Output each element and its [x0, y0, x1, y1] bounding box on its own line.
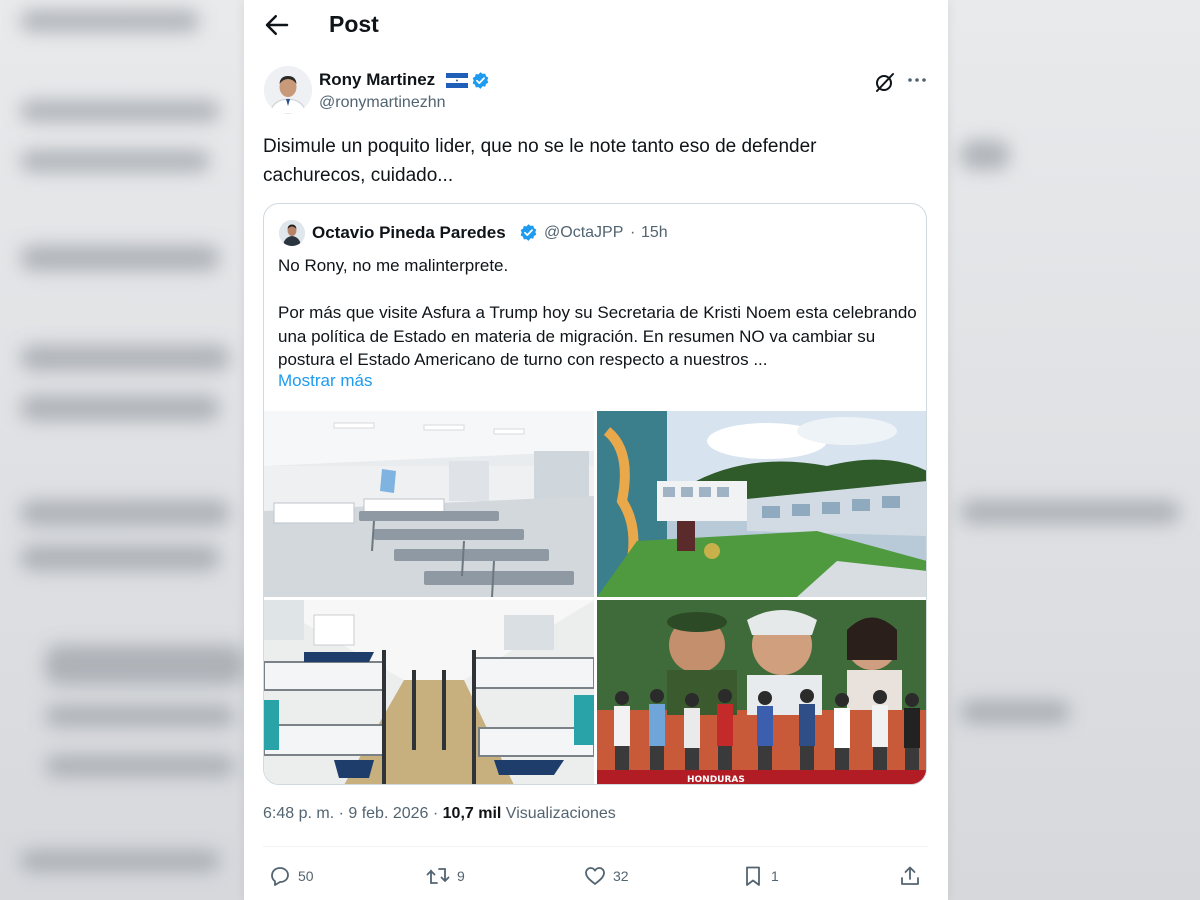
like-count: 32: [613, 868, 629, 884]
background-blur: [20, 500, 230, 526]
more-options-icon[interactable]: [905, 68, 929, 92]
background-blur: [45, 645, 245, 685]
post-metadata: 6:48 p. m. · 9 feb. 2026 · 10,7 mil Visu…: [263, 805, 616, 823]
views-count: 10,7 mil: [442, 805, 502, 822]
background-blur: [20, 150, 210, 172]
reply-button[interactable]: 50: [268, 863, 314, 889]
back-arrow-icon[interactable]: [262, 10, 292, 40]
event-crowd-image[interactable]: HONDURAS: [597, 600, 926, 785]
quoted-author-name[interactable]: Octavio Pineda Paredes: [312, 223, 506, 243]
honduras-flag-icon: [446, 73, 468, 88]
bookmark-count: 1: [771, 868, 779, 884]
quoted-author-handle[interactable]: @OctaJPP: [544, 224, 623, 242]
quoted-tweet[interactable]: Octavio Pineda Paredes @OctaJPP · 15h No…: [263, 203, 927, 785]
bookmark-icon: [746, 866, 760, 886]
heart-icon: [585, 867, 605, 885]
reply-count: 50: [298, 868, 314, 884]
background-blur: [45, 755, 235, 777]
share-button[interactable]: [898, 863, 922, 889]
courtyard-image[interactable]: [597, 411, 926, 597]
author-name[interactable]: Rony Martinez: [319, 70, 435, 90]
page-title: Post: [329, 11, 379, 37]
verified-badge-icon: [519, 223, 538, 242]
background-blur: [20, 10, 200, 32]
share-icon: [901, 866, 919, 885]
divider: [263, 846, 928, 847]
background-blur: [960, 700, 1070, 724]
show-more-link[interactable]: Mostrar más: [278, 371, 372, 391]
post-card: Post Rony Martinez @ronymartinezhn Disim…: [244, 0, 948, 900]
bookmark-button[interactable]: 1: [741, 863, 779, 889]
background-blur: [20, 345, 230, 371]
grok-icon[interactable]: [873, 70, 897, 94]
author-avatar[interactable]: [264, 66, 312, 114]
separator-dot: ·: [630, 224, 636, 241]
background-blur: [20, 850, 220, 872]
verified-badge-icon: [471, 71, 490, 90]
repost-icon: [426, 868, 450, 884]
background-blur: [20, 545, 220, 571]
like-button[interactable]: 32: [583, 863, 629, 889]
quoted-text: No Rony, no me malinterprete. Por más qu…: [278, 256, 917, 369]
tweet-text: Disimule un poquito lider, que no se le …: [263, 136, 817, 186]
background-blur: [20, 100, 220, 122]
repost-button[interactable]: 9: [425, 863, 465, 889]
quoted-author-avatar[interactable]: [279, 220, 305, 246]
bunk-beds-image[interactable]: [264, 600, 594, 784]
background-blur: [960, 140, 1010, 170]
background-blur: [20, 395, 220, 421]
post-timestamp[interactable]: 6:48 p. m. · 9 feb. 2026 ·: [263, 805, 443, 822]
post-header: Post: [244, 0, 948, 50]
background-blur: [20, 245, 220, 271]
banner-text: HONDURAS: [687, 775, 745, 785]
waiting-room-image[interactable]: [264, 411, 594, 597]
views-label: Visualizaciones: [501, 805, 616, 822]
background-blur: [960, 500, 1180, 524]
repost-count: 9: [457, 868, 465, 884]
quoted-timestamp[interactable]: 15h: [641, 224, 668, 242]
reply-icon: [271, 867, 289, 886]
background-blur: [45, 705, 235, 727]
author-handle[interactable]: @ronymartinezhn: [319, 94, 446, 112]
